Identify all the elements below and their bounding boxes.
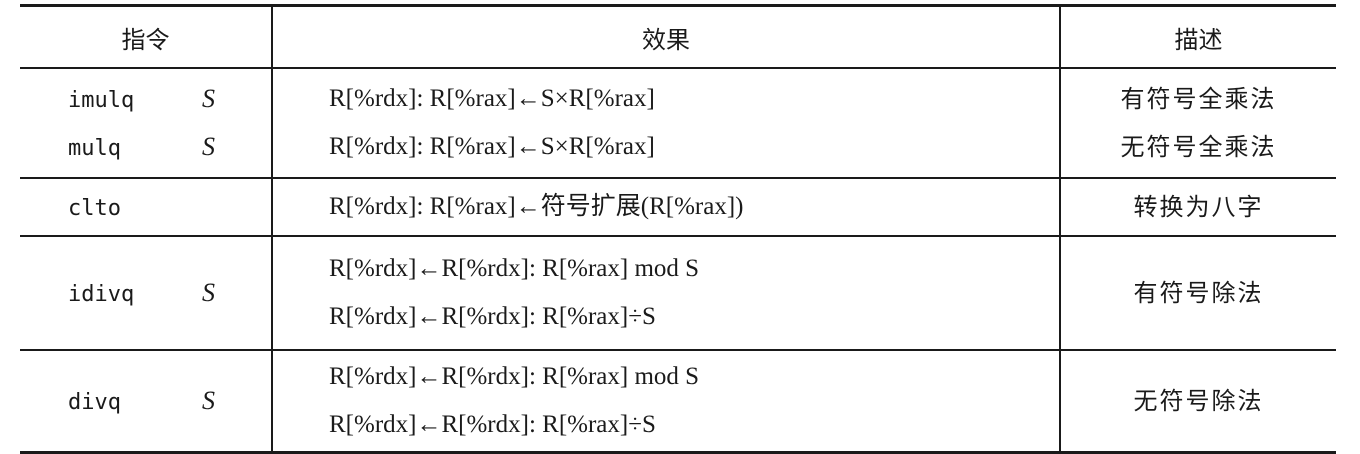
opcode: mulq bbox=[68, 136, 121, 161]
description-cell: 转换为八字 bbox=[1059, 177, 1336, 236]
header-instruction: 指令 bbox=[20, 5, 272, 69]
opcode: divq bbox=[68, 390, 121, 415]
operand: S bbox=[202, 278, 215, 307]
header-row: 指令 效果 描述 bbox=[20, 5, 1336, 69]
effect-line: R[%rdx]←R[%rdx]: R[%rax] mod S bbox=[329, 363, 700, 390]
effect-line: R[%rdx]: R[%rax]←S×R[%rax] bbox=[329, 85, 655, 112]
instruction-line: clto bbox=[20, 183, 271, 231]
instruction-cell: clto bbox=[20, 177, 272, 236]
description-line: 有符号全乘法 bbox=[1120, 85, 1277, 113]
operand: S bbox=[202, 84, 215, 113]
operand: S bbox=[202, 132, 215, 161]
description-cell: 有符号全乘法 无符号全乘法 bbox=[1059, 67, 1336, 178]
instruction-cell: idivq S bbox=[20, 235, 272, 350]
instruction-line: imulq S bbox=[20, 75, 271, 123]
header-description: 描述 bbox=[1059, 5, 1336, 69]
table-row: idivq S R[%rdx]←R[%rdx]: R[%rax] mod S R[… bbox=[20, 235, 1336, 350]
description-line: 无符号全乘法 bbox=[1120, 133, 1277, 161]
effect-cell: R[%rdx]←R[%rdx]: R[%rax] mod S R[%rdx]←R… bbox=[271, 235, 1060, 350]
description-line: 无符号除法 bbox=[1133, 387, 1264, 415]
description-cell: 无符号除法 bbox=[1059, 349, 1336, 453]
header-effect: 效果 bbox=[271, 5, 1060, 69]
effect-cell: R[%rdx]←R[%rdx]: R[%rax] mod S R[%rdx]←R… bbox=[271, 349, 1060, 453]
table-row: clto R[%rdx]: R[%rax]←符号扩展(R[%rax]) 转换为八… bbox=[20, 177, 1336, 236]
operand: S bbox=[202, 386, 215, 415]
description-line: 转换为八字 bbox=[1133, 193, 1264, 221]
instruction-line: divq S bbox=[20, 377, 271, 425]
effect-line: R[%rdx]←R[%rdx]: R[%rax]÷S bbox=[329, 303, 656, 330]
opcode: imulq bbox=[68, 88, 135, 113]
instruction-line: idivq S bbox=[20, 269, 271, 317]
description-line: 有符号除法 bbox=[1133, 279, 1264, 307]
table-row: divq S R[%rdx]←R[%rdx]: R[%rax] mod S R[%… bbox=[20, 349, 1336, 453]
instruction-cell: imulq S mulq S bbox=[20, 67, 272, 178]
description-cell: 有符号除法 bbox=[1059, 235, 1336, 350]
effect-line: R[%rdx]←R[%rdx]: R[%rax] mod S bbox=[329, 255, 700, 282]
opcode: idivq bbox=[68, 282, 135, 307]
table-row: imulq S mulq S R[%rdx]: R[%rax]←S×R[%rax] … bbox=[20, 67, 1336, 178]
instruction-cell: divq S bbox=[20, 349, 272, 453]
effect-cell: R[%rdx]: R[%rax]←符号扩展(R[%rax]) bbox=[271, 177, 1060, 236]
effect-cell: R[%rdx]: R[%rax]←S×R[%rax] R[%rdx]: R[%r… bbox=[271, 67, 1060, 178]
opcode: clto bbox=[68, 196, 121, 221]
instruction-table: 指令 效果 描述 imulq S mulq S R[%rdx]: R[%rax]←S… bbox=[20, 4, 1336, 454]
instruction-line: mulq S bbox=[20, 123, 271, 171]
effect-line: R[%rdx]←R[%rdx]: R[%rax]÷S bbox=[329, 411, 656, 438]
effect-line: R[%rdx]: R[%rax]←S×R[%rax] bbox=[329, 133, 655, 160]
effect-line: R[%rdx]: R[%rax]←符号扩展(R[%rax]) bbox=[329, 193, 744, 220]
